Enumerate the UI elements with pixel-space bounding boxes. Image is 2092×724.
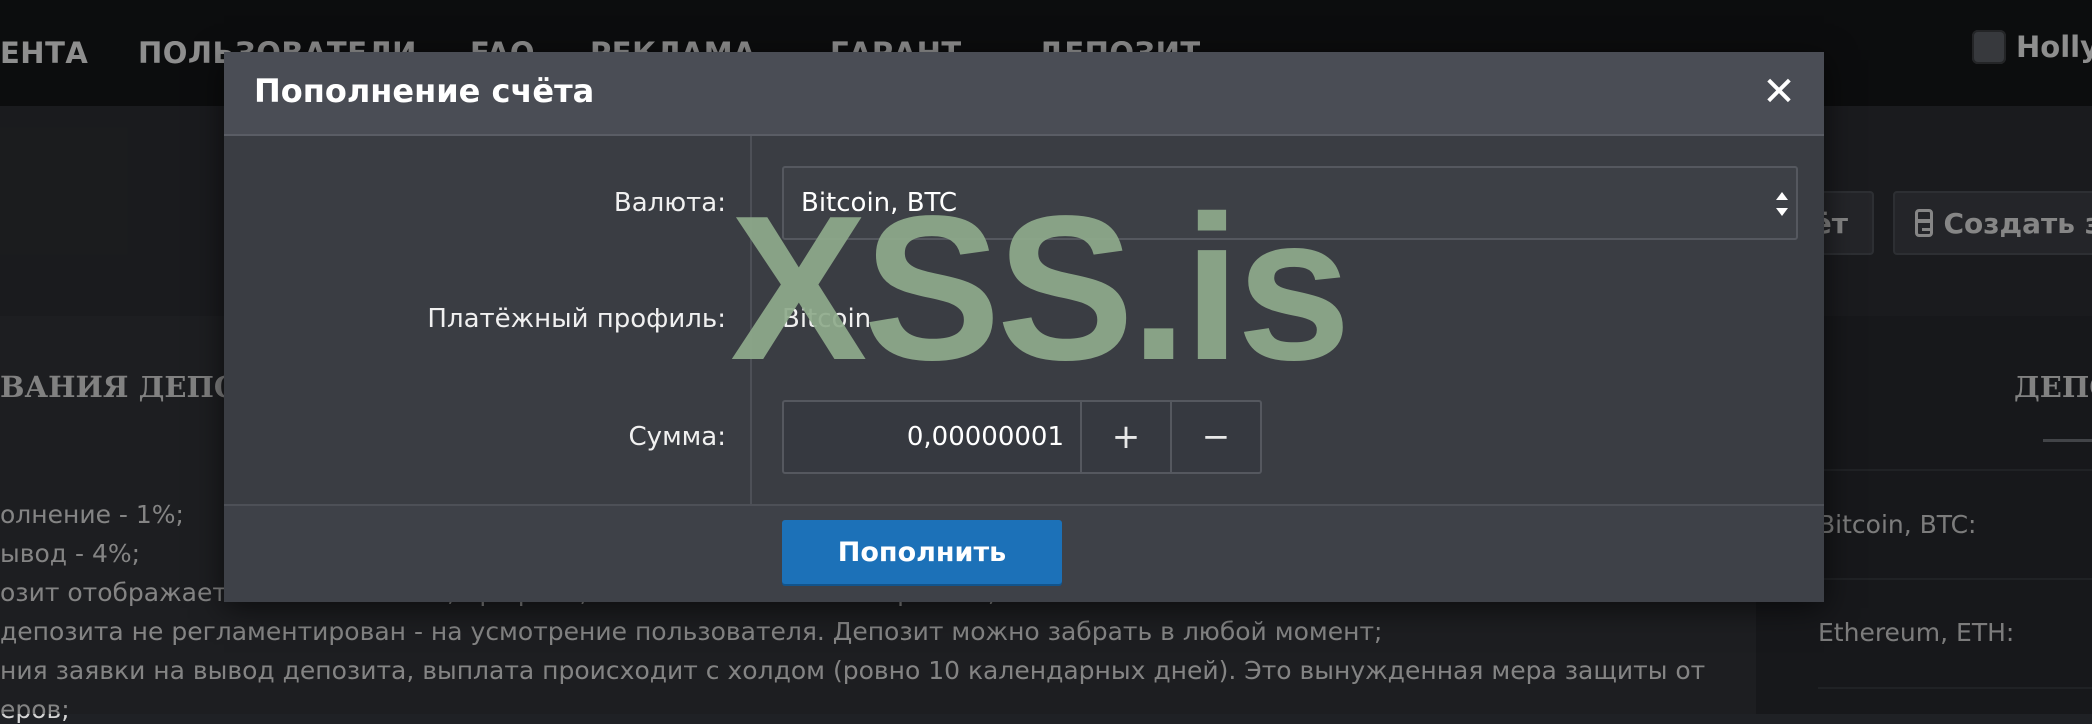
deposit-submit-button[interactable]: Пополнить [782,520,1062,584]
plus-icon: + [1111,417,1141,457]
deposit-modal: Пополнение счёта ✕ Валюта: Bitcoin, BTC … [224,52,1824,602]
increment-button[interactable]: + [1082,402,1172,472]
decrement-button[interactable]: − [1172,402,1260,472]
payment-profile-value: Bitcoin [782,304,872,334]
currency-select-value: Bitcoin, BTC [801,188,958,218]
amount-input[interactable] [784,402,1082,472]
amount-stepper: + − [782,400,1262,474]
select-arrows-icon [1776,192,1788,216]
modal-title: Пополнение счёта [254,72,595,110]
close-icon[interactable]: ✕ [1757,70,1801,114]
minus-icon: − [1201,417,1231,457]
currency-label: Валюта: [613,188,726,218]
currency-select[interactable]: Bitcoin, BTC [782,166,1798,240]
payment-profile-label: Платёжный профиль: [427,304,726,334]
modal-header: Пополнение счёта ✕ [224,52,1824,136]
amount-label: Сумма: [628,422,726,452]
